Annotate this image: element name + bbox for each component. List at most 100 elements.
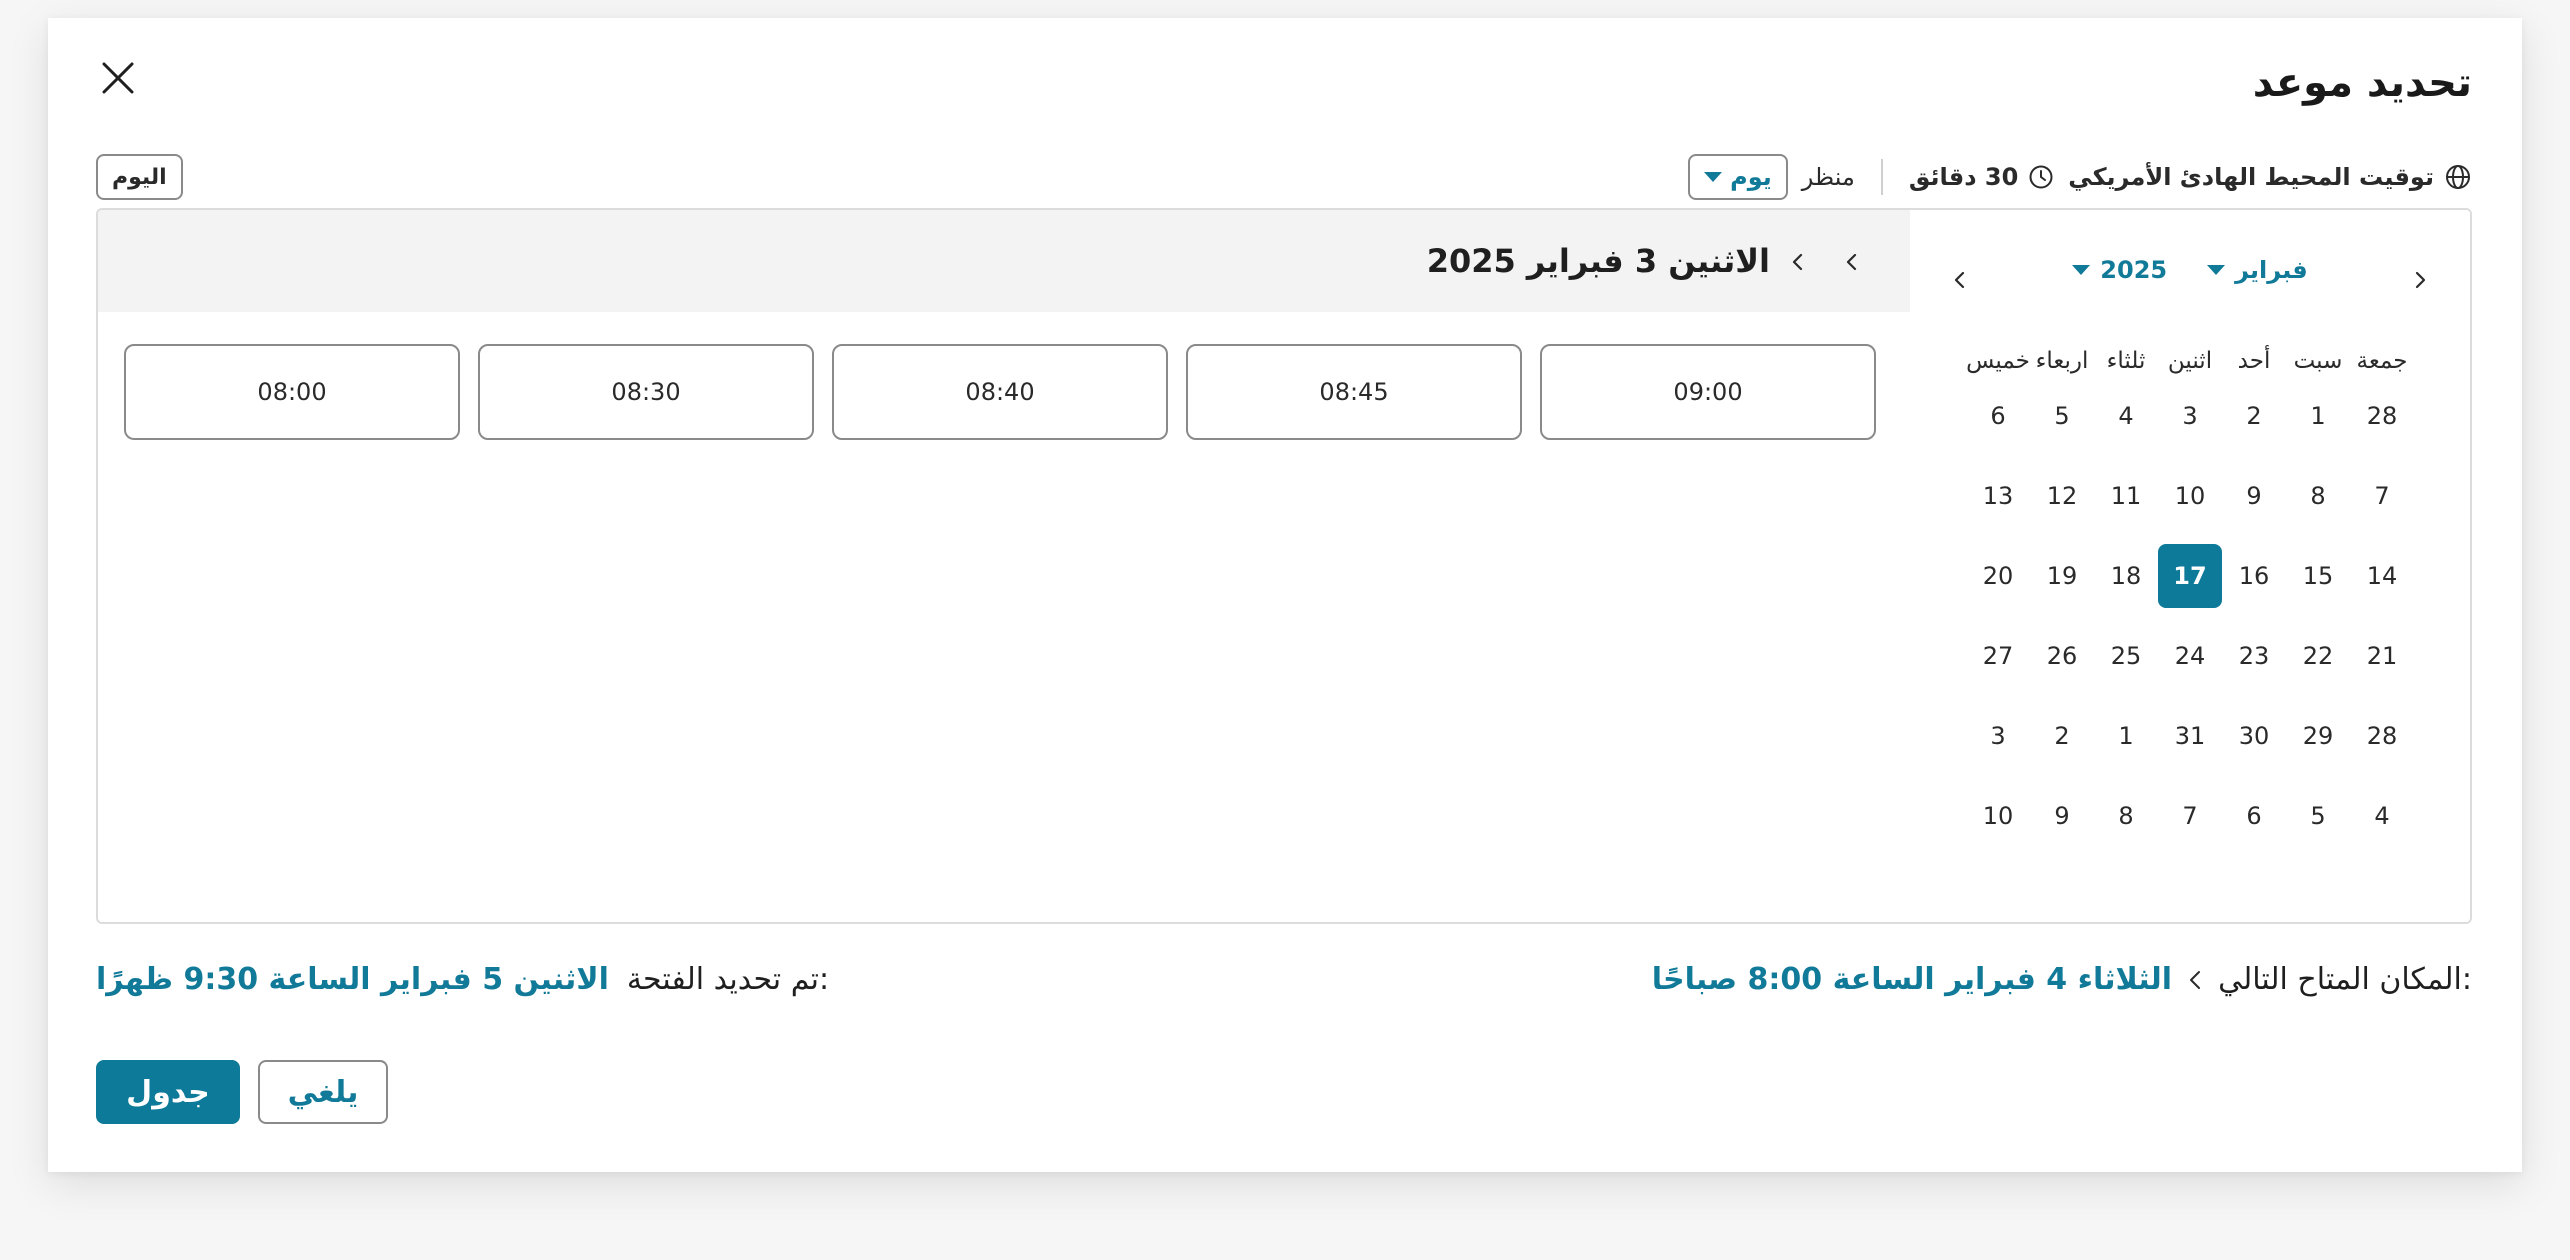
time-slot-button[interactable]: 08:45 <box>1186 344 1522 440</box>
calendar-day[interactable]: 23 <box>2222 624 2286 688</box>
month-calendar: فبراير 2025 جمعة سبت أحد اثنين ثلثاء ارب… <box>1910 210 2470 922</box>
chevron-left-icon <box>2190 970 2201 989</box>
calendar-day[interactable]: 8 <box>2286 464 2350 528</box>
calendar-day[interactable]: 26 <box>2030 624 2094 688</box>
calendar-day[interactable]: 19 <box>2030 544 2094 608</box>
dialog-title: تحديد موعد <box>2252 60 2472 106</box>
caret-down-icon <box>2072 265 2091 275</box>
calendar-day[interactable]: 11 <box>2094 464 2158 528</box>
calendar-day[interactable]: 29 <box>2286 704 2350 768</box>
calendar-day[interactable]: 1 <box>2286 384 2350 448</box>
calendar-day[interactable]: 6 <box>1966 384 2030 448</box>
slots-date-title: الاثنين 3 فبراير 2025 <box>1426 242 1770 280</box>
close-button[interactable] <box>92 52 144 104</box>
calendar-day[interactable]: 14 <box>2350 544 2414 608</box>
calendar-day[interactable]: 9 <box>2030 784 2094 848</box>
selected-slot-row: :تم تحديد الفتحة الاثنين 5 فبراير الساعة… <box>96 962 829 997</box>
calendar-day[interactable]: 30 <box>2222 704 2286 768</box>
close-icon <box>102 62 134 94</box>
schedule-dialog: تحديد موعد توقيت المحيط الهادئ الأمريكي … <box>48 18 2522 1172</box>
cancel-button[interactable]: يلغي <box>258 1060 388 1124</box>
calendar-day[interactable]: 10 <box>2158 464 2222 528</box>
clock-icon <box>2029 165 2053 189</box>
calendar-day[interactable]: 18 <box>2094 544 2158 608</box>
calendar-week-row: 28 1 2 3 4 5 6 <box>1966 384 2414 448</box>
calendar-day[interactable]: 31 <box>2158 704 2222 768</box>
selected-slot-value: الاثنين 5 فبراير الساعة 9:30 ظهرًا <box>96 962 609 997</box>
time-slot-button[interactable]: 08:00 <box>124 344 460 440</box>
calendar-week-row: 7 8 9 10 11 12 13 <box>1966 464 2414 528</box>
calendar-day[interactable]: 22 <box>2286 624 2350 688</box>
year-dropdown[interactable]: 2025 <box>2072 256 2167 284</box>
weekday-label: سبت <box>2293 348 2343 374</box>
calendar-day[interactable]: 9 <box>2222 464 2286 528</box>
next-available-row: :المكان المتاح التالي الثلاثاء 4 فبراير … <box>1652 962 2472 997</box>
calendar-day[interactable]: 28 <box>2350 384 2414 448</box>
globe-icon <box>2446 165 2470 189</box>
time-slots-header: الاثنين 3 فبراير 2025 <box>98 210 1910 312</box>
view-select[interactable]: يوم <box>1688 154 1788 200</box>
duration-text: 30 دقائق <box>1908 163 2019 191</box>
calendar-day[interactable]: 25 <box>2094 624 2158 688</box>
calendar-header: فبراير 2025 <box>1910 256 2470 284</box>
weekday-label: اثنين <box>2167 348 2213 374</box>
time-slot-button[interactable]: 08:40 <box>832 344 1168 440</box>
calendar-week-row: 28 29 30 31 1 2 3 <box>1966 704 2414 768</box>
calendar-day[interactable]: 5 <box>2030 384 2094 448</box>
caret-down-icon <box>2207 265 2226 275</box>
timezone-item: توقيت المحيط الهادئ الأمريكي <box>2068 163 2472 191</box>
calendar-day[interactable]: 6 <box>2222 784 2286 848</box>
scheduler-panel: فبراير 2025 جمعة سبت أحد اثنين ثلثاء ارب… <box>96 208 2472 924</box>
calendar-day[interactable]: 12 <box>2030 464 2094 528</box>
calendar-day[interactable]: 2 <box>2222 384 2286 448</box>
calendar-day[interactable]: 3 <box>2158 384 2222 448</box>
dialog-actions: جدول يلغي <box>96 1060 388 1124</box>
slots-next-day-button[interactable] <box>1778 242 1818 282</box>
view-label: منظر <box>1801 163 1855 191</box>
time-slot-button[interactable]: 09:00 <box>1540 344 1876 440</box>
time-slots-area: الاثنين 3 فبراير 2025 09:00 08:45 08:40 … <box>98 210 1910 922</box>
caret-down-icon <box>1704 172 1723 182</box>
year-dropdown-value: 2025 <box>2100 256 2168 284</box>
calendar-day[interactable]: 10 <box>1966 784 2030 848</box>
calendar-week-row: 4 5 6 7 8 9 10 <box>1966 784 2414 848</box>
calendar-day[interactable]: 24 <box>2158 624 2222 688</box>
calendar-day[interactable]: 16 <box>2222 544 2286 608</box>
calendar-day[interactable]: 3 <box>1966 704 2030 768</box>
calendar-week-row: 14 15 16 17 18 19 20 <box>1966 544 2414 608</box>
calendar-week-row: 21 22 23 24 25 26 27 <box>1966 624 2414 688</box>
calendar-day[interactable]: 21 <box>2350 624 2414 688</box>
calendar-day[interactable]: 8 <box>2094 784 2158 848</box>
meta-divider <box>1880 159 1883 195</box>
time-slots-grid: 09:00 08:45 08:40 08:30 08:00 <box>124 344 1876 440</box>
weekday-header-row: جمعة سبت أحد اثنين ثلثاء اربعاء خميس <box>1966 348 2414 374</box>
calendar-day[interactable]: 27 <box>1966 624 2030 688</box>
selected-slot-label: :تم تحديد الفتحة <box>626 962 830 997</box>
today-button[interactable]: اليوم <box>96 154 183 200</box>
calendar-day-selected[interactable]: 17 <box>2158 544 2222 608</box>
calendar-day[interactable]: 2 <box>2030 704 2094 768</box>
month-dropdown[interactable]: فبراير <box>2207 256 2308 284</box>
calendar-day[interactable]: 15 <box>2286 544 2350 608</box>
meta-row: توقيت المحيط الهادئ الأمريكي 30 دقائق من… <box>1688 154 2472 200</box>
weekday-label: جمعة <box>2356 348 2408 374</box>
weekday-label: ثلثاء <box>2106 348 2146 374</box>
calendar-day[interactable]: 1 <box>2094 704 2158 768</box>
schedule-button[interactable]: جدول <box>96 1060 240 1124</box>
timezone-text: توقيت المحيط الهادئ الأمريكي <box>2068 163 2434 191</box>
time-slot-button[interactable]: 08:30 <box>478 344 814 440</box>
calendar-day[interactable]: 20 <box>1966 544 2030 608</box>
calendar-day[interactable]: 4 <box>2094 384 2158 448</box>
calendar-day[interactable]: 13 <box>1966 464 2030 528</box>
chevron-left-icon <box>1792 253 1803 271</box>
weekday-label: اربعاء <box>2035 348 2089 374</box>
next-available-label: :المكان المتاح التالي <box>2218 962 2472 997</box>
calendar-day[interactable]: 4 <box>2350 784 2414 848</box>
calendar-day[interactable]: 5 <box>2286 784 2350 848</box>
calendar-day[interactable]: 7 <box>2350 464 2414 528</box>
calendar-day[interactable]: 7 <box>2158 784 2222 848</box>
weekday-label: أحد <box>2237 348 2271 374</box>
calendar-day[interactable]: 28 <box>2350 704 2414 768</box>
slots-prev-day-button[interactable] <box>1832 242 1872 282</box>
next-available-link[interactable]: الثلاثاء 4 فبراير الساعة 8:00 صباحًا <box>1652 962 2172 997</box>
